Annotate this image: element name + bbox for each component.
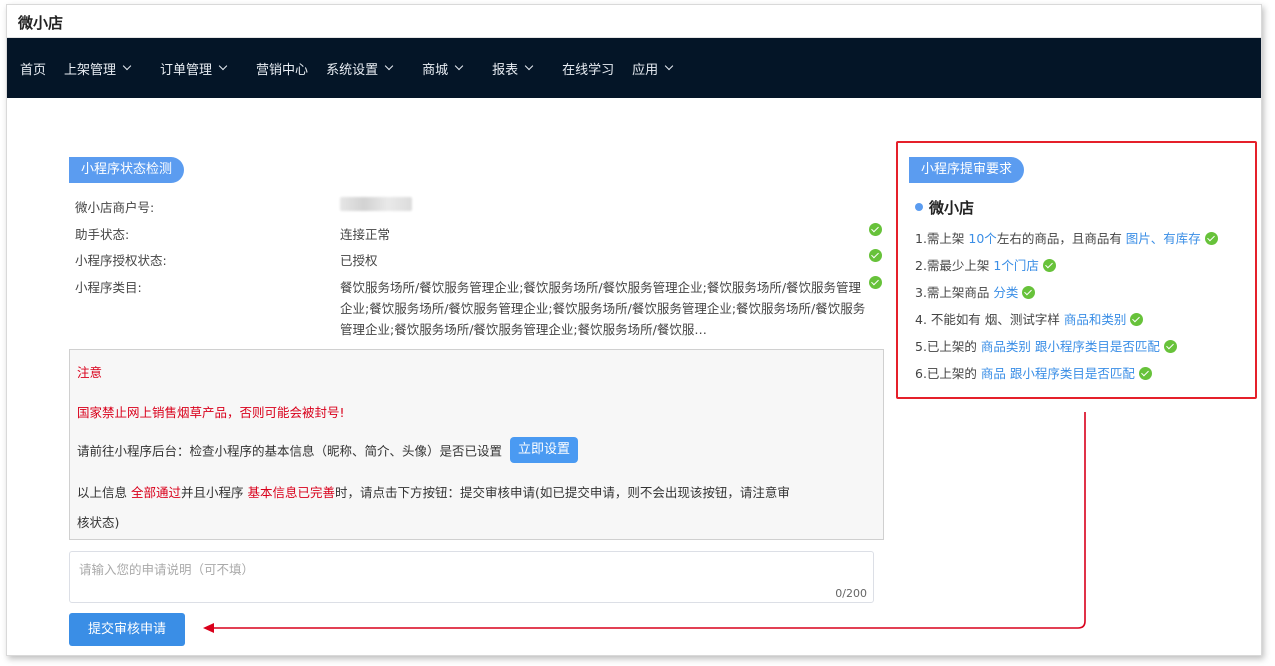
annotation-arrow [203,412,1086,633]
arrow-head-icon [203,623,214,633]
arrow-line [212,412,1086,629]
